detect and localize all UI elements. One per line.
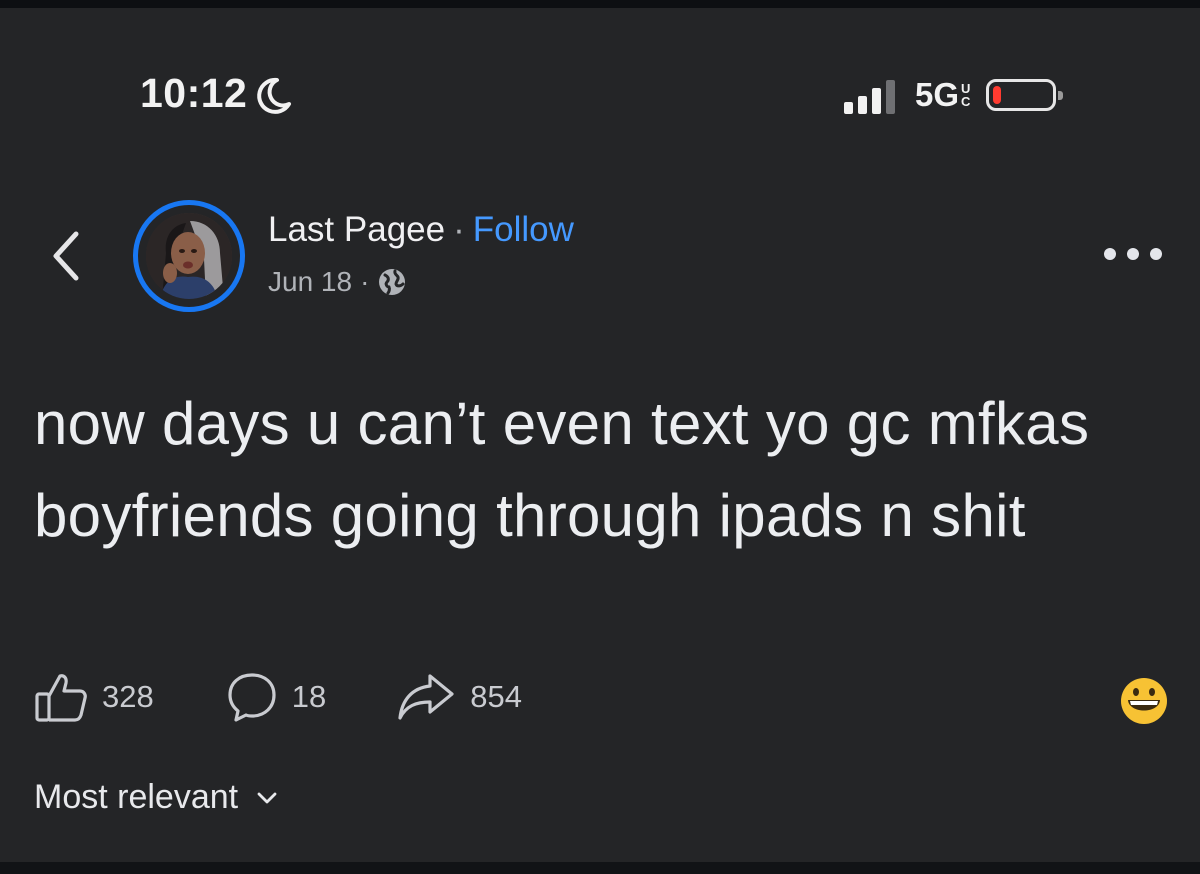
battery-level xyxy=(993,86,1002,104)
grinning-emoji-icon[interactable] xyxy=(1119,676,1169,726)
like-count: 328 xyxy=(102,679,154,714)
like-action[interactable]: 328 xyxy=(34,670,154,724)
more-options-icon[interactable] xyxy=(1104,248,1162,264)
clock-text: 10:12 xyxy=(140,70,248,116)
author-line: Last Pagee · Follow xyxy=(268,210,574,250)
share-count: 854 xyxy=(470,679,522,714)
post-date[interactable]: Jun 18 xyxy=(268,266,352,298)
comment-bubble-icon xyxy=(228,673,276,722)
comment-count: 18 xyxy=(291,679,327,714)
comment-action[interactable]: 18 xyxy=(226,671,326,723)
globe-icon xyxy=(379,269,406,295)
network-type: 5G U C xyxy=(915,76,970,114)
meta-separator: · xyxy=(360,266,370,297)
follow-button[interactable]: Follow xyxy=(473,210,574,250)
status-time: 10:12 xyxy=(140,70,293,117)
avatar-photo xyxy=(146,213,232,299)
post-screen: 10:12 5G U C Last Pagee · Follow Jun 18 … xyxy=(0,8,1200,862)
cellular-signal-icon xyxy=(844,80,895,114)
status-indicators: 5G U C xyxy=(844,76,1064,114)
post-meta: Jun 18 · xyxy=(268,266,407,298)
battery-icon xyxy=(986,79,1064,111)
thumbs-up-icon xyxy=(35,674,87,722)
network-sup-bottom: C xyxy=(961,94,971,109)
sort-label: Most relevant xyxy=(34,778,239,816)
name-separator: · xyxy=(453,210,465,249)
moon-icon xyxy=(257,77,292,114)
network-label: 5G xyxy=(915,76,960,113)
chevron-down-icon xyxy=(257,792,277,803)
author-avatar[interactable] xyxy=(133,200,245,312)
author-name[interactable]: Last Pagee xyxy=(268,210,445,250)
share-action[interactable]: 854 xyxy=(396,672,522,722)
network-superscript: U C xyxy=(961,82,970,108)
battery-cap xyxy=(1058,91,1064,100)
share-arrow-icon xyxy=(398,674,454,720)
post-actions: 328 18 854 xyxy=(34,670,522,724)
bottom-edge xyxy=(0,862,1200,874)
post-text: now days u can’t even text yo gc mfkas b… xyxy=(34,390,1090,549)
back-arrow-icon[interactable] xyxy=(48,228,84,284)
avatar-portrait xyxy=(146,213,232,299)
comments-sort-dropdown[interactable]: Most relevant xyxy=(34,778,278,817)
